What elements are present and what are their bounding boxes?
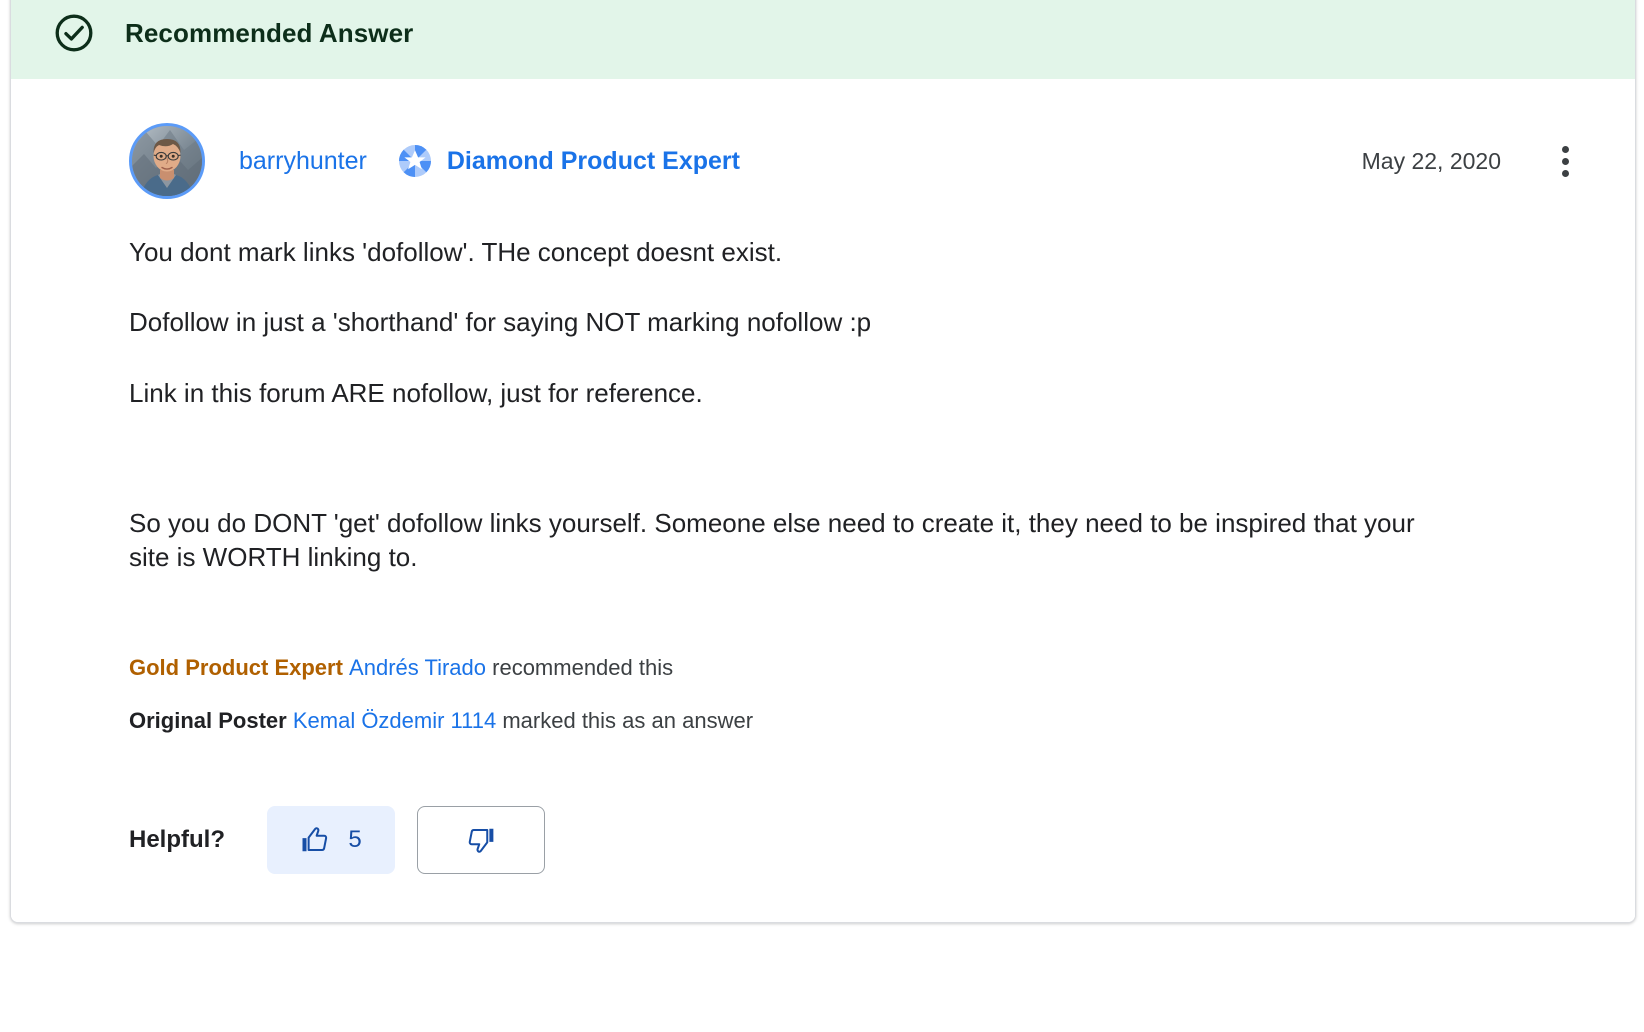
- thumb-down-icon: [468, 828, 494, 853]
- message-paragraph: Dofollow in just a 'shorthand' for sayin…: [129, 307, 872, 338]
- avatar-photo: [132, 126, 202, 196]
- message-paragraph: You dont mark links 'dofollow'. THe conc…: [129, 237, 783, 267]
- original-poster-link[interactable]: Kemal Özdemir 1114: [293, 708, 496, 733]
- message-paragraph: So you do DONT 'get' dofollow links your…: [129, 507, 1415, 573]
- attributions: Gold Product Expert Andrés Tirado recomm…: [129, 611, 1591, 736]
- helpful-row: Helpful? 5: [129, 760, 1591, 922]
- recommended-answer-card: Recommended Answer barryhunter Diamond P…: [10, 0, 1636, 923]
- message-paragraph-blank: [129, 446, 1459, 470]
- upvote-button[interactable]: 5: [267, 805, 395, 874]
- author-name-link[interactable]: barryhunter: [239, 147, 367, 176]
- original-poster-badge: Original Poster: [129, 708, 287, 734]
- thumb-up-icon: [302, 827, 328, 852]
- recommendation-attribution: Gold Product Expert Andrés Tirado recomm…: [129, 653, 1591, 683]
- more-dot: [1561, 157, 1569, 165]
- marked-answer-tail: marked this as an answer: [496, 708, 754, 734]
- gold-product-expert-badge: Gold Product Expert: [129, 654, 343, 680]
- author-row: barryhunter Diamond Product Expert May 2…: [129, 121, 1591, 201]
- more-vert-icon[interactable]: [1545, 141, 1585, 181]
- recommended-answer-label: Recommended Answer: [125, 18, 414, 48]
- more-dot: [1561, 145, 1569, 153]
- post-date: May 22, 2020: [1361, 147, 1501, 174]
- more-dot: [1561, 169, 1569, 177]
- marked-answer-attribution: Original Poster Kemal Özdemir 1114 marke…: [129, 706, 1591, 736]
- diamond-expert-badge-icon: [398, 145, 431, 177]
- avatar[interactable]: [129, 123, 205, 199]
- upvote-count: 5: [348, 825, 362, 853]
- recommender-link[interactable]: Andrés Tirado: [349, 655, 486, 680]
- recommendation-tail: recommended this: [486, 654, 674, 680]
- downvote-button[interactable]: [417, 805, 545, 874]
- message-paragraph: Link in this forum ARE nofollow, just fo…: [129, 377, 703, 408]
- expert-title-link[interactable]: Diamond Product Expert: [447, 147, 740, 176]
- answer-body: barryhunter Diamond Product Expert May 2…: [11, 79, 1635, 922]
- helpful-label: Helpful?: [129, 825, 225, 853]
- recommended-answer-banner: Recommended Answer: [11, 0, 1635, 79]
- check-circle-icon: [55, 14, 93, 52]
- answer-message: You dont mark links 'dofollow'. THe conc…: [129, 201, 1591, 575]
- answer-page: Recommended Answer barryhunter Diamond P…: [0, 0, 1644, 1032]
